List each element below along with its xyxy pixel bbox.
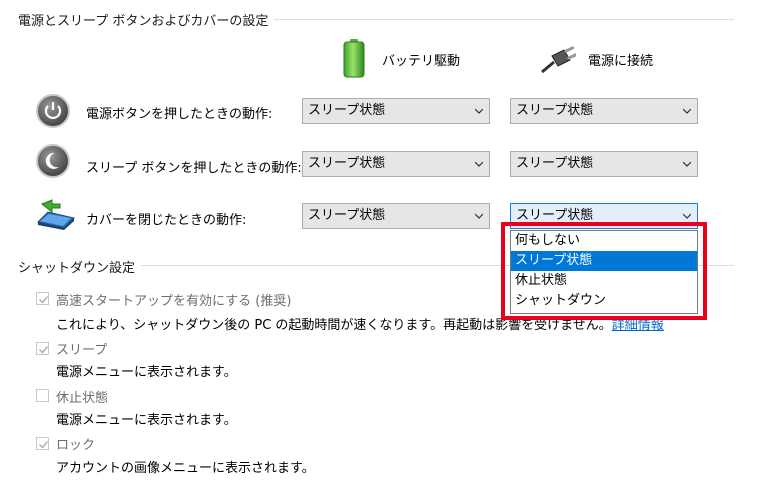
select-sleep-plugged[interactable]: スリープ状態 bbox=[510, 151, 698, 177]
option-desc-hibernate: 電源メニューに表示されます。 bbox=[56, 413, 237, 428]
chevron-down-icon bbox=[683, 108, 691, 114]
row-label-power-button: 電源ボタンを押したときの動作: bbox=[86, 107, 273, 122]
section-title-power: 電源とスリープ ボタンおよびカバーの設定 bbox=[18, 10, 275, 29]
sleep-button-icon bbox=[36, 144, 70, 178]
option-title-lock: ロック bbox=[56, 438, 96, 453]
checkmark-icon bbox=[38, 441, 49, 449]
power-button-icon bbox=[36, 94, 70, 128]
plug-icon bbox=[540, 45, 578, 74]
option-title-hibernate: 休止状態 bbox=[56, 391, 109, 406]
row-label-sleep-button: スリープ ボタンを押したときの動作: bbox=[86, 161, 302, 176]
chevron-down-icon bbox=[683, 213, 691, 219]
select-power-plugged[interactable]: スリープ状態 bbox=[510, 98, 698, 124]
chevron-down-icon bbox=[683, 161, 691, 167]
select-value: スリープ状態 bbox=[516, 103, 594, 118]
red-highlight-box bbox=[501, 222, 707, 320]
option-desc-text: これにより、シャットダウン後の PC の起動時間が速くなります。再起動は影響を受… bbox=[56, 318, 612, 333]
learn-more-link[interactable]: 詳細情報 bbox=[612, 318, 664, 333]
checkbox-lock[interactable] bbox=[36, 437, 49, 450]
chevron-down-icon bbox=[475, 213, 483, 219]
select-value: スリープ状態 bbox=[308, 103, 386, 118]
row-label-lid: カバーを閉じたときの動作: bbox=[86, 213, 247, 228]
checkbox-hibernate[interactable] bbox=[36, 389, 49, 402]
select-value: スリープ状態 bbox=[308, 208, 386, 223]
option-title-sleep: スリープ bbox=[56, 343, 108, 358]
select-value: スリープ状態 bbox=[516, 208, 594, 223]
select-power-battery[interactable]: スリープ状態 bbox=[302, 98, 490, 124]
chevron-down-icon bbox=[475, 161, 483, 167]
battery-icon bbox=[342, 38, 366, 78]
checkbox-sleep[interactable] bbox=[36, 342, 49, 355]
option-desc-sleep: 電源メニューに表示されます。 bbox=[56, 365, 237, 380]
checkmark-icon bbox=[38, 346, 49, 354]
section-title-shutdown: シャットダウン設定 bbox=[18, 257, 142, 276]
checkbox-fast-startup[interactable] bbox=[36, 292, 49, 305]
select-value: スリープ状態 bbox=[308, 156, 386, 171]
select-sleep-battery[interactable]: スリープ状態 bbox=[302, 151, 490, 177]
option-title-fast-startup: 高速スタートアップを有効にする (推奨) bbox=[56, 294, 292, 309]
laptop-lid-icon bbox=[34, 198, 76, 230]
chevron-down-icon bbox=[475, 108, 483, 114]
select-value: スリープ状態 bbox=[516, 156, 594, 171]
select-lid-battery[interactable]: スリープ状態 bbox=[302, 203, 490, 229]
column-header-battery: バッテリ駆動 bbox=[382, 54, 461, 69]
checkmark-icon bbox=[38, 296, 49, 304]
option-desc-lock: アカウントの画像メニューに表示されます。 bbox=[56, 461, 315, 476]
column-header-plugged: 電源に接続 bbox=[588, 54, 654, 69]
